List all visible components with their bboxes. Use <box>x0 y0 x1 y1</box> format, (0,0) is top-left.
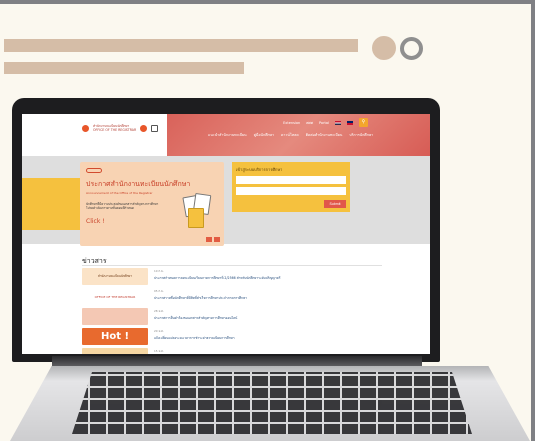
news-date: 15 ม.ค. <box>154 349 164 353</box>
hero-slider-controls <box>206 237 220 242</box>
news-date: 05 ก.พ. <box>154 289 164 293</box>
news-thumbnail <box>82 308 148 325</box>
laptop-keyboard <box>72 372 472 434</box>
nav-item[interactable]: ติดต่อสำนักงานทะเบียน <box>306 132 343 138</box>
site-header: สำนักงานทะเบียนนักศึกษา OFFICE OF THE RE… <box>22 114 430 156</box>
topbar-link[interactable]: Portal <box>319 121 329 125</box>
decorative-ring <box>400 37 423 60</box>
news-title[interactable]: แจ้งเปลี่ยนแปลงระยะเวลาการชำระค่าธรรมเนี… <box>154 336 235 341</box>
laptop-hinge <box>52 356 422 366</box>
thai-flag-icon[interactable] <box>335 120 341 125</box>
slider-next-button[interactable] <box>214 237 220 242</box>
login-title: เข้าสู่ระบบบริการการศึกษา <box>236 167 283 172</box>
news-date: 20 ม.ค. <box>154 329 164 333</box>
news-thumbnail-hot: Hot ! <box>82 328 148 345</box>
news-thumbnail: OFFICE OF THE REGISTRAR <box>82 288 148 305</box>
news-thumbnail: สำนักงานทะเบียนนักศึกษา <box>82 268 148 285</box>
list-item[interactable]: สำนักงานทะเบียนนักศึกษา 10 ก.พ. ประกาศกำ… <box>82 268 382 286</box>
main-nav: แนะนำสำนักงานทะเบียน คู่มือนักศึกษา ดาวน… <box>208 132 373 138</box>
hero-accent-block <box>22 178 84 230</box>
news-title[interactable]: ประกาศกำหนดการลงทะเบียนเรียนภาคการศึกษาท… <box>154 276 280 281</box>
news-list: สำนักงานทะเบียนนักศึกษา 10 ก.พ. ประกาศกำ… <box>82 268 382 354</box>
nav-item[interactable]: ดาวน์โหลด <box>281 132 299 138</box>
list-item[interactable]: 15 ม.ค. <box>82 348 382 354</box>
site-logo[interactable]: สำนักงานทะเบียนนักศึกษา OFFICE OF THE RE… <box>82 124 159 133</box>
topbar-link[interactable]: ศศศ <box>306 120 313 126</box>
nav-item[interactable]: แนะนำสำนักงานทะเบียน <box>208 132 247 138</box>
hero-announcement-card[interactable]: ประกาศสำนักงานทะเบียนนักศึกษา Announceme… <box>80 162 224 246</box>
logo-badge-icon <box>151 125 159 133</box>
login-panel: เข้าสู่ระบบบริการการศึกษา Submit <box>232 162 350 212</box>
nav-item[interactable]: คู่มือนักศึกษา <box>254 132 274 138</box>
documents-illustration <box>182 192 214 232</box>
submit-button[interactable]: Submit <box>324 200 346 208</box>
search-button[interactable]: ⚲ <box>359 118 368 127</box>
news-thumbnail <box>82 348 148 354</box>
hero-body: นักศึกษาที่มีความประสงค์ขอเอกสารสำคัญทาง… <box>86 202 159 211</box>
divider <box>82 265 382 266</box>
laptop-screen: สำนักงานทะเบียนนักศึกษา OFFICE OF THE RE… <box>22 114 430 354</box>
decorative-bar <box>4 39 358 52</box>
list-item[interactable]: Hot ! 20 ม.ค. แจ้งเปลี่ยนแปลงระยะเวลาการ… <box>82 328 382 346</box>
username-input[interactable] <box>236 176 346 184</box>
logo-emblem-icon <box>140 125 148 133</box>
decorative-bar <box>4 62 244 74</box>
list-item[interactable]: OFFICE OF THE REGISTRAR 05 ก.พ. ประกาศรา… <box>82 288 382 306</box>
nav-item[interactable]: บริการนักศึกษา <box>349 132 373 138</box>
slider-prev-button[interactable] <box>206 237 212 242</box>
decorative-dot <box>372 36 396 60</box>
news-date: 10 ก.พ. <box>154 269 164 273</box>
english-flag-icon[interactable] <box>347 120 353 125</box>
envelope-icon <box>188 208 204 228</box>
hero-pill <box>86 168 102 173</box>
topbar-link[interactable]: Extension <box>283 121 300 125</box>
news-date: 28 ม.ค. <box>154 309 164 313</box>
hero-title: ประกาศสำนักงานทะเบียนนักศึกษา <box>86 180 191 188</box>
top-bar: Extension ศศศ Portal ⚲ <box>283 118 368 127</box>
password-input[interactable] <box>236 187 346 195</box>
logo-icon <box>82 125 89 133</box>
news-title[interactable]: ประกาศการยื่นคำร้องขอเอกสารสำคัญทางการศึ… <box>154 316 237 321</box>
list-item[interactable]: 28 ม.ค. ประกาศการยื่นคำร้องขอเอกสารสำคัญ… <box>82 308 382 326</box>
news-title[interactable]: ประกาศรายชื่อนักศึกษาที่มีสิทธิ์สำเร็จกา… <box>154 296 247 301</box>
